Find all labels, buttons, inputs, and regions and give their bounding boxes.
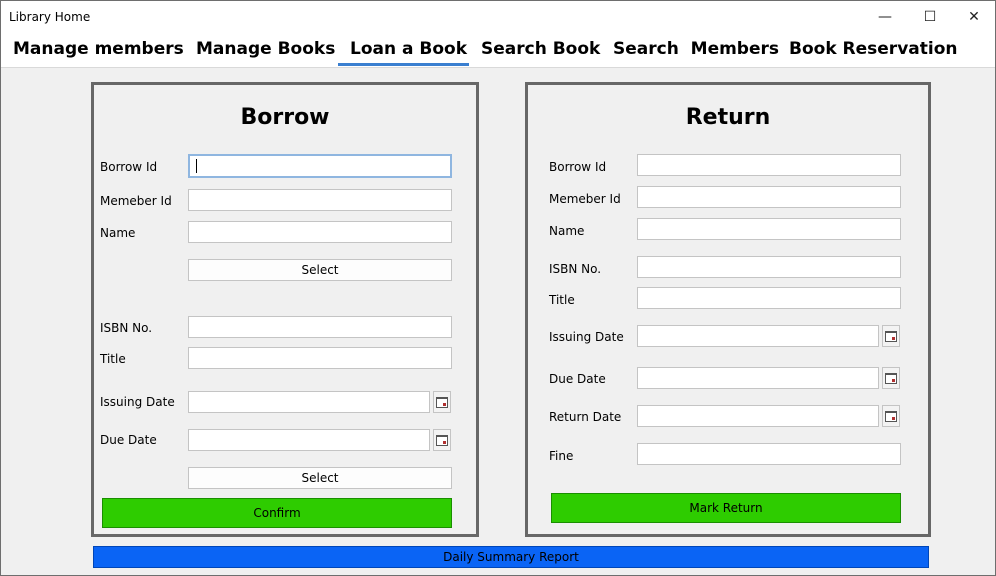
tab-search-members[interactable]: Search Members bbox=[613, 39, 779, 59]
member-id-input[interactable] bbox=[188, 189, 452, 211]
borrow-id-label: Borrow Id bbox=[100, 160, 158, 174]
close-icon: ✕ bbox=[968, 8, 980, 25]
select-member-button[interactable]: Select bbox=[188, 259, 452, 281]
tab-loan-a-book[interactable]: Loan a Book bbox=[350, 39, 467, 59]
name-input[interactable] bbox=[188, 221, 452, 243]
return-issuing-date-picker-button[interactable] bbox=[882, 325, 900, 347]
due-date-picker-button[interactable] bbox=[433, 429, 451, 451]
due-date-label: Due Date bbox=[100, 433, 157, 447]
return-date-label: Return Date bbox=[549, 410, 622, 424]
calendar-icon bbox=[436, 434, 448, 446]
maximize-button[interactable]: ☐ bbox=[908, 1, 952, 32]
borrow-panel: Borrow Borrow Id Memeber Id Name Select … bbox=[91, 82, 479, 537]
issuing-date-input[interactable] bbox=[188, 391, 430, 413]
fine-label: Fine bbox=[549, 449, 574, 463]
name-label: Name bbox=[100, 226, 136, 240]
calendar-icon bbox=[885, 410, 897, 422]
return-date-input[interactable] bbox=[637, 405, 879, 427]
title-label: Title bbox=[100, 352, 126, 366]
return-title: Return bbox=[685, 105, 771, 130]
return-issuing-date-label: Issuing Date bbox=[549, 330, 624, 344]
return-name-label: Name bbox=[549, 224, 585, 238]
return-title-input[interactable] bbox=[637, 287, 901, 309]
due-date-input[interactable] bbox=[188, 429, 430, 451]
return-isbn-input[interactable] bbox=[637, 256, 901, 278]
selected-tab-indicator bbox=[338, 63, 469, 66]
return-date-picker-button[interactable] bbox=[882, 405, 900, 427]
return-title-label: Title bbox=[549, 293, 575, 307]
tab-book-reservation[interactable]: Book Reservation bbox=[789, 39, 957, 59]
return-member-id-input[interactable] bbox=[637, 186, 901, 208]
return-due-date-label: Due Date bbox=[549, 372, 606, 386]
return-name-input[interactable] bbox=[637, 218, 901, 240]
minimize-button[interactable]: — bbox=[863, 1, 907, 32]
issuing-date-label: Issuing Date bbox=[100, 395, 175, 409]
return-member-id-label: Memeber Id bbox=[549, 192, 621, 206]
return-panel: Return Borrow Id Memeber Id Name ISBN No… bbox=[525, 82, 931, 537]
return-due-date-picker-button[interactable] bbox=[882, 367, 900, 389]
calendar-icon bbox=[885, 330, 897, 342]
return-isbn-label: ISBN No. bbox=[549, 262, 602, 276]
text-caret bbox=[196, 159, 197, 173]
close-button[interactable]: ✕ bbox=[952, 1, 996, 32]
fine-input[interactable] bbox=[637, 443, 901, 465]
return-due-date-input[interactable] bbox=[637, 367, 879, 389]
minimize-icon: — bbox=[878, 8, 892, 25]
library-home-window: Library Home — ☐ ✕ Manage members Manage… bbox=[0, 0, 996, 576]
title-bar: Library Home — ☐ ✕ bbox=[1, 1, 995, 32]
tab-search-book[interactable]: Search Book bbox=[481, 39, 600, 59]
return-issuing-date-input[interactable] bbox=[637, 325, 879, 347]
tab-bar: Manage members Manage Books Loan a Book … bbox=[1, 32, 995, 68]
return-borrow-id-input[interactable] bbox=[637, 154, 901, 176]
return-borrow-id-label: Borrow Id bbox=[549, 160, 607, 174]
title-input[interactable] bbox=[188, 347, 452, 369]
borrow-id-input[interactable] bbox=[188, 154, 452, 178]
issuing-date-picker-button[interactable] bbox=[433, 391, 451, 413]
isbn-label: ISBN No. bbox=[100, 321, 153, 335]
isbn-input[interactable] bbox=[188, 316, 452, 338]
select-book-button[interactable]: Select bbox=[188, 467, 452, 489]
maximize-icon: ☐ bbox=[923, 8, 937, 25]
tab-manage-members[interactable]: Manage members bbox=[13, 39, 184, 59]
member-id-label: Memeber Id bbox=[100, 194, 172, 208]
calendar-icon bbox=[885, 372, 897, 384]
borrow-title: Borrow bbox=[240, 105, 330, 130]
tab-manage-books[interactable]: Manage Books bbox=[196, 39, 335, 59]
mark-return-button[interactable]: Mark Return bbox=[551, 493, 901, 523]
calendar-icon bbox=[436, 396, 448, 408]
daily-summary-report-button[interactable]: Daily Summary Report bbox=[93, 546, 929, 568]
window-title: Library Home bbox=[9, 10, 91, 24]
confirm-button[interactable]: Confirm bbox=[102, 498, 452, 528]
